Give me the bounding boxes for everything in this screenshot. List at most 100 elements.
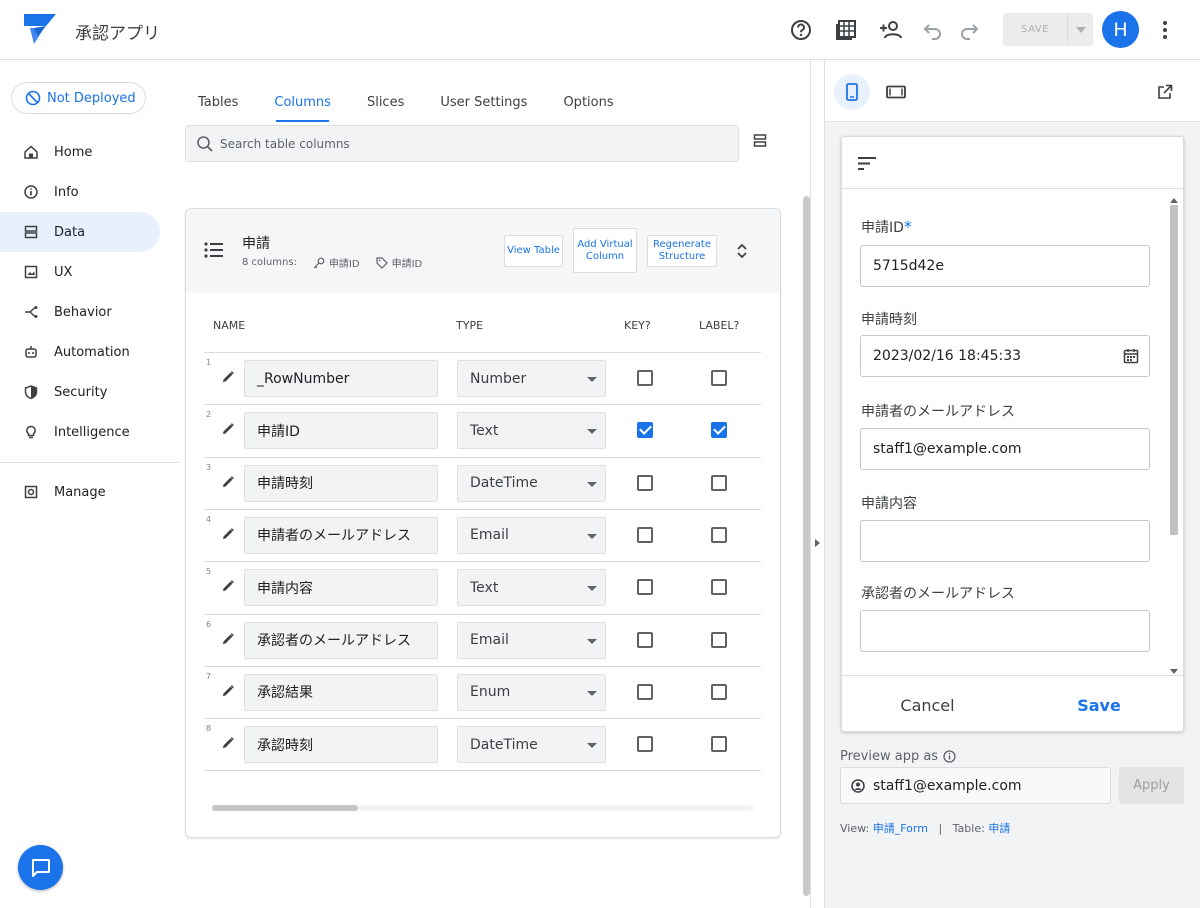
info-icon[interactable] <box>943 750 956 763</box>
view-toggle-icon[interactable] <box>753 133 769 149</box>
tab-user-settings[interactable]: User Settings <box>422 82 545 122</box>
label-checkbox[interactable] <box>711 683 727 700</box>
open-in-new-icon[interactable] <box>1157 84 1173 100</box>
collapse-arrow-icon[interactable] <box>815 539 820 547</box>
appsheet-logo-icon[interactable] <box>24 14 56 44</box>
horizontal-scrollbar-thumb[interactable] <box>212 805 358 811</box>
more-vert-icon[interactable] <box>1156 18 1174 42</box>
scroll-up-icon[interactable] <box>1169 197 1179 203</box>
add-virtual-column-button[interactable]: Add Virtual Column <box>573 228 637 273</box>
sidebar-item-info[interactable]: Info <box>0 172 180 212</box>
column-type-select[interactable]: DateTime <box>457 464 606 502</box>
column-type-select[interactable]: Text <box>457 569 606 607</box>
calendar-icon[interactable] <box>1123 348 1139 364</box>
key-checkbox[interactable] <box>637 526 653 543</box>
field-input-id[interactable]: 5715d42e <box>860 245 1150 287</box>
table-row: 3 申請時刻 DateTime <box>204 457 761 509</box>
label-checkbox[interactable] <box>711 526 727 543</box>
tab-options[interactable]: Options <box>545 82 631 122</box>
field-input-applicant-email[interactable]: staff1@example.com <box>860 428 1150 470</box>
column-name-input[interactable]: 申請ID <box>244 412 438 450</box>
edit-pencil-icon[interactable] <box>221 422 235 436</box>
mobile-preview-button[interactable] <box>834 74 870 110</box>
edit-pencil-icon[interactable] <box>221 527 235 541</box>
form-save-button[interactable]: Save <box>1013 676 1183 731</box>
save-options-dropdown[interactable] <box>1067 13 1093 46</box>
save-button[interactable]: SAVE <box>1003 13 1067 46</box>
form-scrollbar-thumb[interactable] <box>1170 205 1178 535</box>
redo-icon[interactable] <box>957 18 981 42</box>
key-checkbox[interactable] <box>637 474 653 491</box>
sidebar-item-behavior[interactable]: Behavior <box>0 292 180 332</box>
key-checkbox[interactable] <box>637 579 653 596</box>
tablet-preview-button[interactable] <box>878 74 914 110</box>
label-checkbox[interactable] <box>711 422 727 439</box>
edit-pencil-icon[interactable] <box>221 579 235 593</box>
sidebar-item-manage[interactable]: Manage <box>0 472 180 512</box>
label-checkbox[interactable] <box>711 631 727 648</box>
undo-icon[interactable] <box>921 18 945 42</box>
sidebar-item-intelligence[interactable]: Intelligence <box>0 412 180 452</box>
column-type-select[interactable]: Email <box>457 516 606 554</box>
view-table-button[interactable]: View Table <box>504 235 563 267</box>
horizontal-scrollbar[interactable] <box>212 805 754 811</box>
help-icon[interactable] <box>789 18 813 42</box>
expand-collapse-icon[interactable] <box>736 243 748 259</box>
form-scrollbar[interactable] <box>1168 197 1178 675</box>
key-checkbox[interactable] <box>637 683 653 700</box>
edit-pencil-icon[interactable] <box>221 475 235 489</box>
preview-user-input[interactable]: staff1@example.com <box>840 767 1111 804</box>
table-link[interactable]: 申請 <box>988 822 1010 835</box>
regenerate-structure-button[interactable]: Regenerate Structure <box>647 235 717 267</box>
tab-columns[interactable]: Columns <box>256 82 349 122</box>
deployment-status-button[interactable]: Not Deployed <box>11 82 146 114</box>
cancel-button[interactable]: Cancel <box>842 676 1013 731</box>
field-input-content[interactable] <box>860 520 1150 562</box>
label-checkbox[interactable] <box>711 736 727 753</box>
field-input-time[interactable]: 2023/02/16 18:45:33 <box>860 335 1150 377</box>
apply-button[interactable]: Apply <box>1119 767 1184 804</box>
column-type-select[interactable]: Number <box>457 360 606 397</box>
edit-pencil-icon[interactable] <box>221 370 235 384</box>
key-checkbox[interactable] <box>637 422 653 439</box>
column-name-input[interactable]: 申請内容 <box>244 569 438 607</box>
key-checkbox[interactable] <box>637 736 653 753</box>
column-name-input[interactable]: 承認者のメールアドレス <box>244 621 438 659</box>
tab-slices[interactable]: Slices <box>349 82 422 122</box>
sidebar-item-security[interactable]: Security <box>0 372 180 412</box>
view-link[interactable]: 申請_Form <box>873 822 928 835</box>
share-add-user-icon[interactable] <box>879 18 903 42</box>
key-checkbox[interactable] <box>637 370 653 386</box>
chat-button[interactable] <box>18 845 63 890</box>
search-input[interactable] <box>220 136 700 151</box>
column-type-select[interactable]: Enum <box>457 673 606 711</box>
column-type-select[interactable]: Text <box>457 412 606 450</box>
key-checkbox[interactable] <box>637 631 653 648</box>
field-input-approver-email[interactable] <box>860 610 1150 652</box>
edit-pencil-icon[interactable] <box>221 736 235 750</box>
editor-layout-icon[interactable] <box>834 18 858 42</box>
column-name-input[interactable]: _RowNumber <box>244 360 438 397</box>
label-checkbox[interactable] <box>711 474 727 491</box>
label-checkbox[interactable] <box>711 370 727 386</box>
column-type-value: Text <box>470 579 499 596</box>
column-name-input[interactable]: 承認結果 <box>244 673 438 711</box>
form-header <box>842 137 1183 189</box>
vertical-scrollbar[interactable] <box>803 196 810 896</box>
column-type-select[interactable]: Email <box>457 621 606 659</box>
column-type-select[interactable]: DateTime <box>457 726 606 764</box>
column-name-input[interactable]: 承認時刻 <box>244 726 438 764</box>
sort-menu-icon[interactable] <box>858 157 876 170</box>
user-avatar[interactable]: H <box>1102 11 1139 48</box>
sidebar-item-automation[interactable]: Automation <box>0 332 180 372</box>
panel-divider[interactable] <box>810 60 825 908</box>
sidebar-item-home[interactable]: Home <box>0 132 180 172</box>
column-name-input[interactable]: 申請者のメールアドレス <box>244 516 438 554</box>
tab-tables[interactable]: Tables <box>180 82 256 122</box>
label-checkbox[interactable] <box>711 579 727 596</box>
column-name-input[interactable]: 申請時刻 <box>244 464 438 502</box>
edit-pencil-icon[interactable] <box>221 684 235 698</box>
sidebar-item-ux[interactable]: UX <box>0 252 180 292</box>
sidebar-item-data[interactable]: Data <box>0 212 160 252</box>
edit-pencil-icon[interactable] <box>221 632 235 646</box>
